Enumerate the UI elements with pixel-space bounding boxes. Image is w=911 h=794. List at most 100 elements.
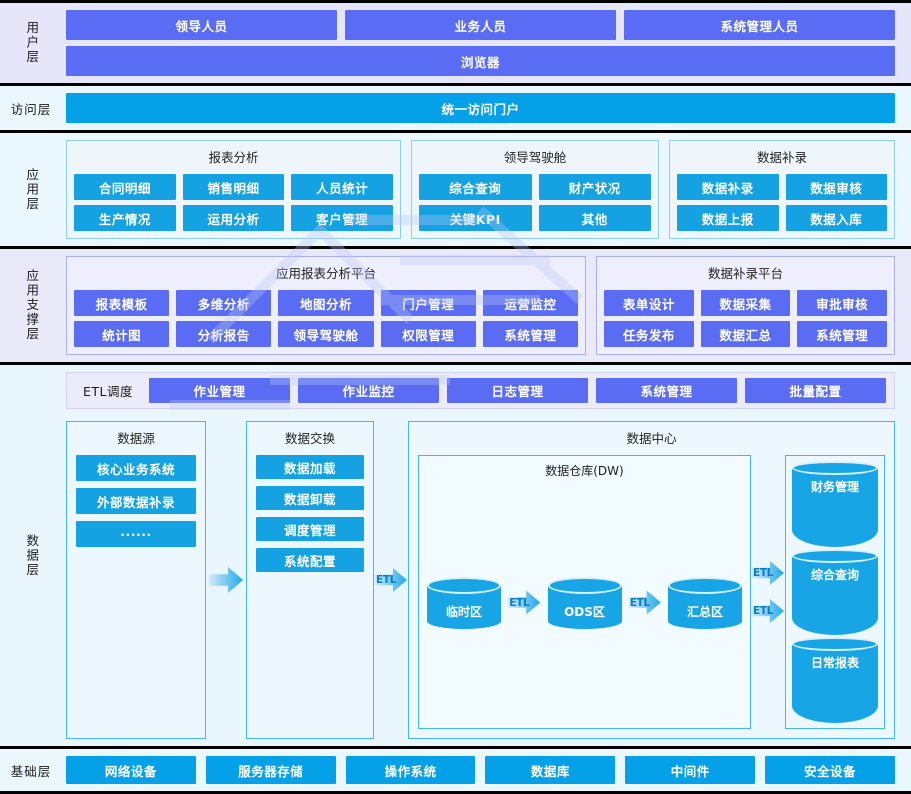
sup-item-approval-audit[interactable]: 审批审核 — [797, 290, 888, 316]
sup-item-portal-management[interactable]: 门户管理 — [380, 290, 476, 316]
sup-item-operation-monitoring[interactable]: 运营监控 — [482, 290, 579, 316]
app-item-other[interactable]: 其他 — [538, 205, 651, 231]
sup-item-analysis-report[interactable]: 分析报告 — [176, 321, 272, 347]
sup-item-multidim-analysis[interactable]: 多维分析 — [176, 290, 272, 316]
app-item-data-report[interactable]: 数据上报 — [677, 205, 779, 231]
access-portal[interactable]: 统一访问门户 — [66, 93, 895, 123]
sup-item-data-collection[interactable]: 数据采集 — [700, 290, 791, 316]
group-title-data-entry: 数据补录 — [756, 150, 807, 165]
sup-item-system-management[interactable]: 系统管理 — [482, 321, 579, 347]
group-grid-data-entry-platform: 表单设计 数据采集 审批审核 任务发布 数据汇总 系统管理 — [604, 290, 888, 347]
etl-arrow-label: ETL — [376, 574, 397, 586]
grid-row: 数据上报 数据入库 — [677, 205, 887, 231]
base-layer-body: 网络设备 服务器存储 操作系统 数据库 中间件 安全设备 — [62, 749, 911, 791]
warehouse-zone-ods-label: ODS区 — [564, 604, 605, 619]
sup-item-form-design[interactable]: 表单设计 — [604, 290, 694, 316]
data-exchange-title: 数据交换 — [284, 431, 335, 446]
grid-row: 综合查询 财产状况 — [419, 174, 651, 200]
data-exchange-scheduling[interactable]: 调度管理 — [256, 517, 364, 541]
data-mart-daily-report-label: 日常报表 — [810, 656, 859, 670]
base-item-middleware[interactable]: 中间件 — [625, 756, 756, 784]
sup-item-permission-management[interactable]: 权限管理 — [380, 321, 476, 347]
etl-item-log-management[interactable]: 日志管理 — [447, 378, 588, 403]
sup-item-data-aggregation[interactable]: 数据汇总 — [700, 321, 791, 347]
etl-item-batch-config[interactable]: 批量配置 — [745, 378, 886, 403]
app-item-data-entry[interactable]: 数据补录 — [677, 174, 779, 200]
application-layer: 应用层 报表分析 合同明细 销售明细 人员统计 生产情况 运用分析 客户管理 领… — [0, 133, 911, 249]
user-client-browser[interactable]: 浏览器 — [66, 46, 895, 76]
app-item-comprehensive-query[interactable]: 综合查询 — [419, 174, 532, 200]
support-layer-label: 应用支撑层 — [24, 269, 40, 342]
base-item-network-device[interactable]: 网络设备 — [66, 756, 196, 784]
base-item-operating-system[interactable]: 操作系统 — [345, 756, 476, 784]
data-exchange-load[interactable]: 数据加载 — [256, 455, 364, 479]
app-item-contract-detail[interactable]: 合同明细 — [74, 174, 176, 200]
data-exchange-box: 数据交换 数据加载 数据卸载 调度管理 系统配置 — [246, 421, 374, 739]
user-role-business[interactable]: 业务人员 — [345, 10, 616, 40]
etl-item-system-management[interactable]: 系统管理 — [596, 378, 737, 403]
sup-item-report-template[interactable]: 报表模板 — [74, 290, 170, 316]
access-layer-label: 访问层 — [10, 101, 52, 117]
warehouse-zone-temp-cylinder-icon[interactable]: 临时区 — [427, 576, 501, 629]
etl-item-job-management[interactable]: 作业管理 — [149, 378, 290, 403]
group-report-analysis: 报表分析 合同明细 销售明细 人员统计 生产情况 运用分析 客户管理 — [66, 140, 401, 239]
data-mart-query-label: 综合查询 — [810, 568, 859, 582]
app-item-customer-management[interactable]: 客户管理 — [291, 205, 394, 231]
data-marts-column: 财务管理 综合查询 日常报表 — [785, 455, 885, 729]
sup-item-statistical-chart[interactable]: 统计图 — [74, 321, 170, 347]
base-item-server-storage[interactable]: 服务器存储 — [205, 756, 336, 784]
grid-row: 任务发布 数据汇总 系统管理 — [604, 321, 888, 347]
data-layer: 数据层 ETL调度 作业管理 作业监控 日志管理 系统管理 批量配置 数据源 核… — [0, 365, 911, 749]
group-grid-executive-cockpit: 综合查询 财产状况 关键KPI 其他 — [419, 174, 651, 231]
group-title-data-entry-platform: 数据补录平台 — [707, 266, 783, 281]
data-mart-finance-label: 财务管理 — [810, 480, 859, 494]
etl-scheduling-label: ETL调度 — [83, 384, 133, 399]
app-item-production-status[interactable]: 生产情况 — [74, 205, 176, 231]
grid-row: 数据补录 数据审核 — [677, 174, 887, 200]
group-title-executive-cockpit: 领导驾驶舱 — [503, 150, 567, 165]
data-center-inner: 数据仓库(DW) 临时区 ETL ODS区 ETL 汇总区 ETL ETL 财务… — [418, 455, 885, 729]
base-item-security-device[interactable]: 安全设备 — [765, 756, 895, 784]
application-layer-body: 报表分析 合同明细 销售明细 人员统计 生产情况 运用分析 客户管理 领导驾驶舱 — [62, 133, 911, 246]
warehouse-zone-summary-label: 汇总区 — [686, 604, 723, 619]
data-mart-query-cylinder-icon[interactable]: 综合查询 — [792, 549, 878, 635]
data-warehouse-box: 数据仓库(DW) 临时区 ETL ODS区 ETL 汇总区 — [418, 455, 751, 729]
data-source-external-entry[interactable]: 外部数据补录 — [76, 488, 196, 514]
source-to-exchange-arrow-icon — [206, 421, 246, 739]
group-data-entry-platform: 数据补录平台 表单设计 数据采集 审批审核 任务发布 数据汇总 系统管理 — [596, 256, 895, 355]
user-role-leader[interactable]: 领导人员 — [66, 10, 337, 40]
app-item-data-audit[interactable]: 数据审核 — [785, 174, 887, 200]
group-title-report-analysis: 报表分析 — [208, 150, 259, 165]
app-item-sales-detail[interactable]: 销售明细 — [182, 174, 285, 200]
app-item-personnel-stats[interactable]: 人员统计 — [291, 174, 394, 200]
warehouse-zone-ods-cylinder-icon[interactable]: ODS区 — [547, 576, 622, 629]
group-title-report-platform: 应用报表分析平台 — [275, 266, 376, 281]
group-grid-report-analysis: 合同明细 销售明细 人员统计 生产情况 运用分析 客户管理 — [74, 174, 394, 231]
data-exchange-system-config[interactable]: 系统配置 — [256, 548, 364, 572]
base-item-database[interactable]: 数据库 — [485, 756, 616, 784]
etl-arrow-label: ETL — [629, 596, 650, 609]
data-exchange-unload[interactable]: 数据卸载 — [256, 486, 364, 510]
grid-row: 生产情况 运用分析 客户管理 — [74, 205, 394, 231]
app-item-data-storage[interactable]: 数据入库 — [785, 205, 887, 231]
support-groups: 应用报表分析平台 报表模板 多维分析 地图分析 门户管理 运营监控 统计图 分析… — [66, 256, 895, 355]
user-role-sysadmin[interactable]: 系统管理人员 — [624, 10, 895, 40]
data-source-more[interactable]: ······ — [76, 521, 196, 547]
sup-item-map-analysis[interactable]: 地图分析 — [278, 290, 374, 316]
access-layer-body: 统一访问门户 — [62, 86, 911, 130]
sup-item-executive-cockpit[interactable]: 领导驾驶舱 — [278, 321, 374, 347]
data-mart-finance-cylinder-icon[interactable]: 财务管理 — [792, 461, 878, 547]
grid-row: 合同明细 销售明细 人员统计 — [74, 174, 394, 200]
data-mart-daily-report-cylinder-icon[interactable]: 日常报表 — [792, 637, 878, 723]
application-groups: 报表分析 合同明细 销售明细 人员统计 生产情况 运用分析 客户管理 领导驾驶舱 — [66, 140, 895, 239]
data-layer-body: ETL调度 作业管理 作业监控 日志管理 系统管理 批量配置 数据源 核心业务系… — [62, 365, 911, 746]
etl-arrow-label: ETL — [753, 567, 774, 579]
data-source-core-system[interactable]: 核心业务系统 — [76, 455, 196, 481]
app-item-operation-analysis[interactable]: 运用分析 — [182, 205, 285, 231]
sup-item-task-publish[interactable]: 任务发布 — [604, 321, 694, 347]
app-item-asset-status[interactable]: 财产状况 — [538, 174, 651, 200]
app-item-key-kpi[interactable]: 关键KPI — [419, 205, 532, 231]
etl-item-job-monitoring[interactable]: 作业监控 — [298, 378, 439, 403]
warehouse-zone-summary-cylinder-icon[interactable]: 汇总区 — [668, 576, 742, 629]
sup-item-system-management[interactable]: 系统管理 — [797, 321, 888, 347]
